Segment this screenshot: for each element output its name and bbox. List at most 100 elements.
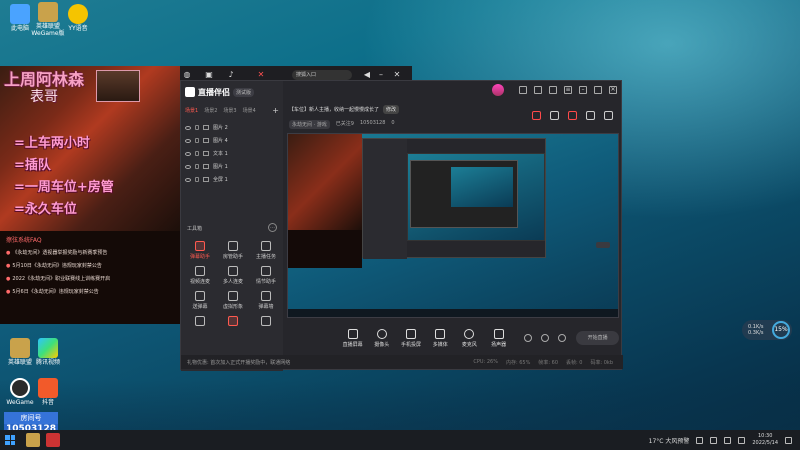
- add-media-button[interactable]: 多媒体: [427, 328, 454, 348]
- tool-extra-3[interactable]: [251, 316, 281, 328]
- settings-icon[interactable]: [558, 334, 567, 342]
- tab-scene-4[interactable]: 场景4: [243, 107, 256, 114]
- source-row[interactable]: 图片 2: [185, 121, 279, 134]
- stream-preview[interactable]: [287, 133, 619, 318]
- taskbar-app-icon[interactable]: [26, 433, 40, 447]
- desktop-icon-douyin[interactable]: 抖音: [30, 378, 66, 407]
- douyin-icon: [38, 378, 58, 398]
- share-icon[interactable]: [568, 111, 577, 120]
- add-camera-button[interactable]: 摄像头: [368, 328, 395, 348]
- room-info: 【车位】新人主播，收纳一起慢慢成长了 修改 永劫无间 · 游戏 已关注9 105…: [289, 105, 400, 129]
- ime-icon[interactable]: [738, 436, 746, 444]
- source-list: 图片 2 图片 4 文本 1 图片 1 全屏 1: [185, 121, 279, 186]
- microphone-button[interactable]: 麦克风: [456, 328, 483, 348]
- minimize-icon[interactable]: –: [376, 70, 386, 80]
- lock-icon[interactable]: [195, 164, 199, 169]
- speaker-button[interactable]: 扬声器: [485, 328, 512, 348]
- close-icon[interactable]: ✕: [392, 70, 402, 80]
- tool-multi-link[interactable]: 多人连麦: [218, 266, 248, 285]
- lock-icon[interactable]: [195, 138, 199, 143]
- start-live-button[interactable]: 开始直播: [576, 331, 619, 345]
- room-category[interactable]: 永劫无间 · 游戏: [289, 120, 330, 129]
- effect-icon[interactable]: [541, 334, 550, 342]
- wechat-icon[interactable]: ◍: [182, 70, 192, 80]
- eye-icon[interactable]: [185, 151, 191, 156]
- source-controls: 直播屏幕 摄像头 手机投屏 多媒体 麦克风 扬声器 开始直播: [287, 325, 619, 351]
- stat-fps: 帧率: 60: [538, 359, 558, 366]
- close-icon[interactable]: ✕: [609, 86, 617, 94]
- volume-icon[interactable]: ◀: [362, 70, 372, 80]
- volume-icon[interactable]: [724, 436, 732, 444]
- tab-scene-3[interactable]: 场景3: [223, 107, 236, 114]
- tool-streamer-tasks[interactable]: 主播任务: [251, 241, 281, 260]
- add-screen-button[interactable]: 直播屏幕: [339, 328, 366, 348]
- lock-icon[interactable]: [195, 151, 199, 156]
- lock-icon[interactable]: [195, 177, 199, 182]
- settings-icon[interactable]: [604, 111, 613, 120]
- preview-panel-button[interactable]: [596, 242, 610, 248]
- network-icon[interactable]: [710, 436, 718, 444]
- tiktok-icon[interactable]: ♪: [226, 70, 236, 80]
- eye-icon[interactable]: [185, 138, 191, 143]
- start-button[interactable]: [5, 435, 15, 445]
- source-row[interactable]: 图片 4: [185, 134, 279, 147]
- tab-scene-2[interactable]: 场景2: [204, 107, 217, 114]
- image-icon: [203, 138, 209, 143]
- settings-icon[interactable]: [534, 86, 542, 94]
- tool-send-danmaku[interactable]: 送弹幕: [185, 291, 215, 310]
- tool-video-link[interactable]: 视频连麦: [185, 266, 215, 285]
- tool-plot-helper[interactable]: 情节助手: [251, 266, 281, 285]
- app-titlebar: ≡ – ✕: [283, 81, 623, 99]
- search-entry[interactable]: 搜狐入口: [292, 70, 352, 80]
- gift-icon[interactable]: [532, 111, 541, 120]
- tool-danmaku-helper[interactable]: 弹幕助手: [185, 241, 215, 260]
- record-icon[interactable]: [524, 334, 533, 342]
- network-speed-widget[interactable]: 0.1K/s 0.3K/s 15%: [742, 320, 792, 340]
- edit-room-button[interactable]: 修改: [383, 105, 400, 114]
- skin-icon[interactable]: [549, 86, 557, 94]
- text-icon: [203, 151, 209, 156]
- system-tray: 17°C 大风预警 10:30 2022/5/14: [649, 430, 792, 450]
- more-tools-icon[interactable]: …: [268, 223, 277, 232]
- minimize-icon[interactable]: –: [579, 86, 587, 94]
- tab-scene-1[interactable]: 场景1: [185, 107, 198, 114]
- tool-extra-2[interactable]: [218, 316, 248, 328]
- app-name: 直播伴侣: [198, 87, 230, 97]
- add-phone-cast-button[interactable]: 手机投屏: [397, 328, 424, 348]
- taskbar-app-icon[interactable]: [46, 433, 60, 447]
- source-row[interactable]: 图片 1: [185, 160, 279, 173]
- menu-icon[interactable]: ≡: [564, 86, 572, 94]
- lock-icon[interactable]: [195, 125, 199, 130]
- tool-danmaku-wall[interactable]: 弹幕墙: [251, 291, 281, 310]
- streaming-companion-window: 直播伴侣 测试版 场景1 场景2 场景3 场景4 + 图片 2 图片 4 文本 …: [180, 80, 623, 371]
- source-row[interactable]: 文本 1: [185, 147, 279, 160]
- tool-extra-1[interactable]: [185, 316, 215, 328]
- tool-virtual-avatar[interactable]: 虚拟形象: [218, 291, 248, 310]
- mute-icon[interactable]: ✕: [256, 70, 266, 80]
- message-icon[interactable]: [519, 86, 527, 94]
- eye-icon[interactable]: [185, 164, 191, 169]
- gift-icon: [228, 316, 238, 326]
- screen-icon: [347, 328, 358, 339]
- maximize-icon[interactable]: [594, 86, 602, 94]
- eye-icon[interactable]: [185, 177, 191, 182]
- notification-icon[interactable]: [785, 436, 792, 444]
- game-icon[interactable]: ▣: [204, 70, 214, 80]
- monitor-icon: [10, 4, 30, 24]
- eye-icon[interactable]: [185, 125, 191, 130]
- desktop-icon-label: 抖音: [41, 399, 54, 406]
- tool-room-admin[interactable]: 房管助手: [218, 241, 248, 260]
- clock[interactable]: 10:30 2022/5/14: [752, 433, 778, 447]
- user-icon[interactable]: [550, 111, 559, 120]
- faq-item: ● 《永劫无间》透视器举报奖励与新赛季预告: [6, 250, 108, 256]
- desktop-icon-yy[interactable]: YY语音: [60, 4, 96, 33]
- desktop-icon-label: 腾讯视频: [35, 359, 60, 366]
- weather-widget[interactable]: 17°C 大风预警: [649, 436, 690, 445]
- bell-icon[interactable]: [586, 111, 595, 120]
- faq-item: ● 5月6日《永劫无间》违规玩家封禁公告: [6, 289, 99, 295]
- chevron-up-icon[interactable]: [696, 436, 704, 444]
- source-row[interactable]: 全屏 1: [185, 173, 279, 186]
- add-scene-button[interactable]: +: [272, 106, 279, 115]
- user-avatar[interactable]: [492, 84, 504, 96]
- desktop-icon-tencent-video[interactable]: 腾讯视频: [30, 338, 66, 367]
